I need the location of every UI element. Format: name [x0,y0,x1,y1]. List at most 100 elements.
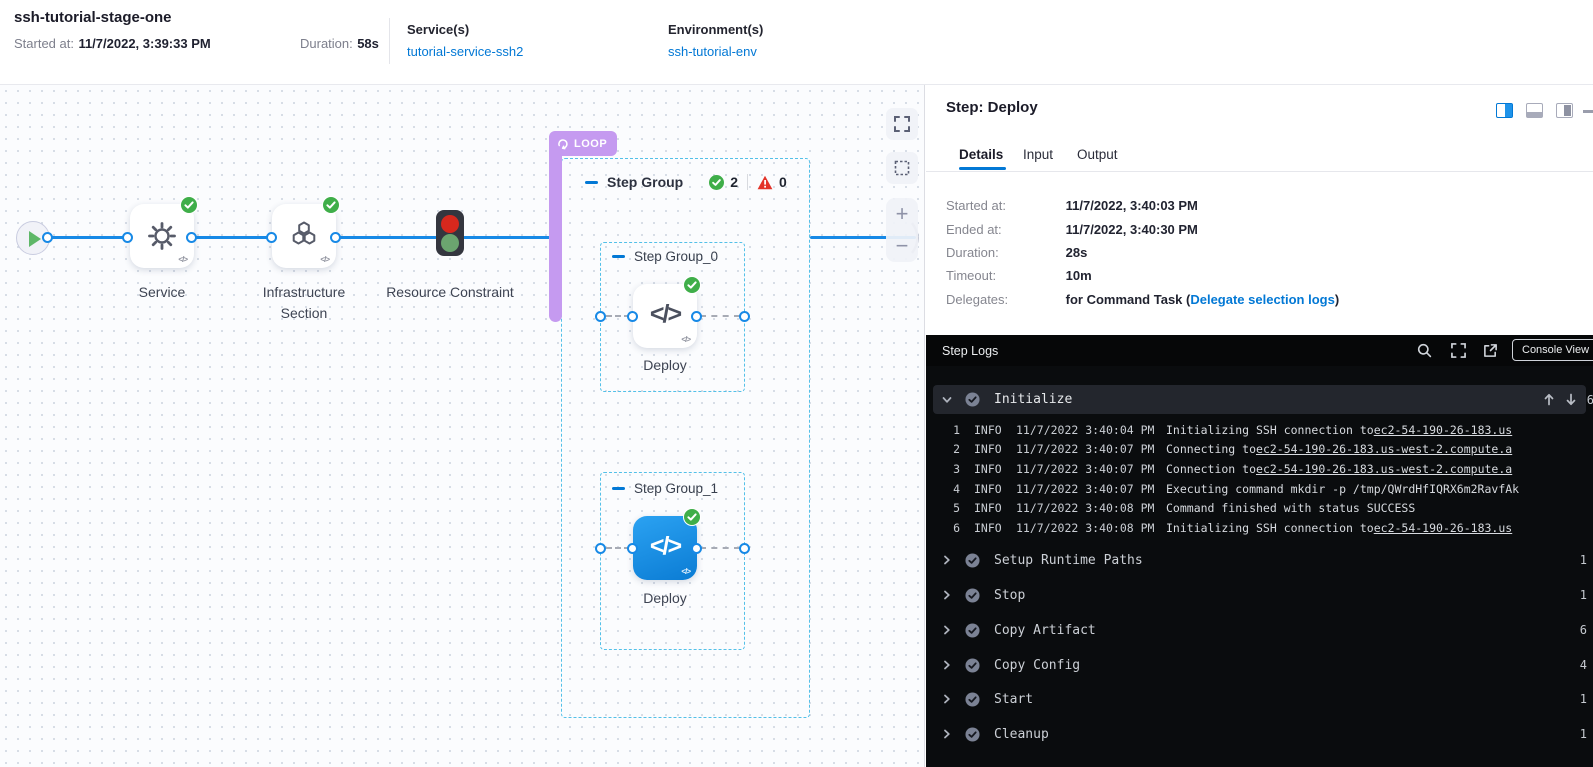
infrastructure-node[interactable]: </> [272,204,336,268]
collapse-icon[interactable] [585,181,598,184]
section-count: 1 [1580,588,1587,602]
code-icon: </> [320,255,329,264]
status-success-icon [965,623,980,638]
step-logs-console: Step Logs [926,335,1593,767]
environments-label: Environment(s) [668,22,763,37]
deploy-node-0[interactable]: </> </> [633,284,697,348]
log-line: 4 INFO 11/7/2022 3:40:07 PM Executing co… [926,479,1593,499]
host-link[interactable]: ec2-54-190-26-183.us-west-2.compute.a [1256,462,1512,476]
detail-row-delegates: Delegates: for Command Task (Delegate se… [946,292,1339,307]
collapse-icon[interactable] [612,487,625,490]
log-section-initialize[interactable]: Initialize [933,385,1586,414]
success-badge [180,196,198,214]
service-node[interactable]: </> [130,204,194,268]
port [122,232,133,243]
host-link[interactable]: ec2-54-190-26-183.us-west-2.compute.a [1256,442,1512,456]
open-in-new-button[interactable] [1481,341,1500,360]
count-divider [747,174,748,190]
environment-link[interactable]: ssh-tutorial-env [668,44,763,59]
loop-badge[interactable]: LOOP [549,131,617,156]
traffic-red-light [441,215,459,233]
zoom-control: + − [886,198,918,262]
traffic-green-light [441,234,459,252]
console-view-button[interactable]: Console View [1512,339,1593,361]
play-icon [29,231,41,247]
fullscreen-icon [894,116,910,132]
step-logs-title: Step Logs [942,344,998,358]
zoom-in-button[interactable]: + [886,198,918,230]
log-line: 3 INFO 11/7/2022 3:40:07 PM Connection t… [926,459,1593,479]
port [595,311,606,322]
port [595,543,606,554]
log-line: 2 INFO 11/7/2022 3:40:07 PM Connecting t… [926,440,1593,460]
arrow-down-button[interactable] [1565,393,1577,406]
port [627,543,638,554]
chevron-right-icon [941,589,953,601]
chevron-right-icon [941,728,953,740]
step-group-label: Step Group [607,174,683,190]
log-section-setup-runtime-paths[interactable]: Setup Runtime Paths 1 [933,545,1586,575]
search-icon [1417,343,1432,358]
minimize-button[interactable] [1583,110,1593,113]
section-count: 6 [1580,623,1587,637]
arrow-up-button[interactable] [1543,393,1555,406]
section-label: Initialize [994,392,1072,407]
host-link[interactable]: ec2-54-190-26-183.us [1374,423,1512,437]
deploy-node-1-selected[interactable]: </> </> [633,516,697,580]
edge-service-infra [192,236,272,239]
tab-output[interactable]: Output [1077,147,1118,162]
chevron-down-icon [941,394,953,406]
port [42,232,53,243]
resource-constraint-node[interactable] [436,210,464,256]
log-section-stop[interactable]: Stop 1 [933,580,1586,610]
hexagons-icon [289,220,319,250]
code-icon: </> [681,567,690,576]
expand-logs-button[interactable] [1449,341,1468,360]
section-label: Copy Artifact [994,623,1096,638]
success-badge [683,276,701,294]
service-link[interactable]: tutorial-service-ssh2 [407,44,523,59]
search-logs-button[interactable] [1415,341,1434,360]
host-link[interactable]: ec2-54-190-26-183.us [1374,521,1512,535]
log-line: 1 INFO 11/7/2022 3:40:04 PM Initializing… [926,420,1593,440]
delegate-selection-logs-link[interactable]: Delegate selection logs [1190,292,1335,307]
gear-icon [146,220,178,252]
zoom-out-button[interactable]: − [886,230,918,262]
open-in-new-icon [1483,343,1498,358]
step-group-0-header: Step Group_0 [612,249,718,264]
success-count: 2 [730,174,738,190]
fit-to-screen-button[interactable] [886,108,918,140]
pipeline-canvas[interactable]: </> Service </> Infrastructure Section [0,85,925,767]
loop-bar [549,143,562,322]
edge-resource-group [463,236,561,239]
success-count-icon [709,175,724,190]
port [739,311,750,322]
detail-row: Duration: 28s [946,245,1087,260]
marquee-icon [894,160,910,176]
layout-split-bottom-button[interactable] [1526,103,1543,118]
code-step-icon: </> [633,532,697,561]
log-section-start[interactable]: Start 1 [933,684,1586,714]
infrastructure-node-label: Infrastructure Section [239,282,369,324]
log-section-copy-artifact[interactable]: Copy Artifact 6 [933,615,1586,645]
chevron-right-icon [941,554,953,566]
collapse-icon[interactable] [612,255,625,258]
status-success-icon [965,392,980,407]
log-section-cleanup[interactable]: Cleanup 1 [933,719,1586,749]
success-badge [683,508,701,526]
status-success-icon [965,692,980,707]
marquee-select-button[interactable] [886,152,918,184]
loop-icon [557,138,569,150]
step-group-status: 2 0 [709,174,787,190]
tab-details[interactable]: Details [959,147,1003,162]
code-step-icon: </> [633,300,697,329]
layout-split-panel-button[interactable] [1556,103,1573,118]
environments-block: Environment(s) ssh-tutorial-env [668,22,763,59]
tab-input[interactable]: Input [1023,147,1053,162]
layout-split-right-button[interactable] [1496,103,1513,118]
warning-count: 0 [779,174,787,190]
log-section-copy-config[interactable]: Copy Config 4 [933,650,1586,680]
section-label: Cleanup [994,727,1049,742]
step-details-panel: Step: Deploy Details Input Output Starte… [926,85,1593,767]
fullscreen-icon [1451,343,1466,358]
